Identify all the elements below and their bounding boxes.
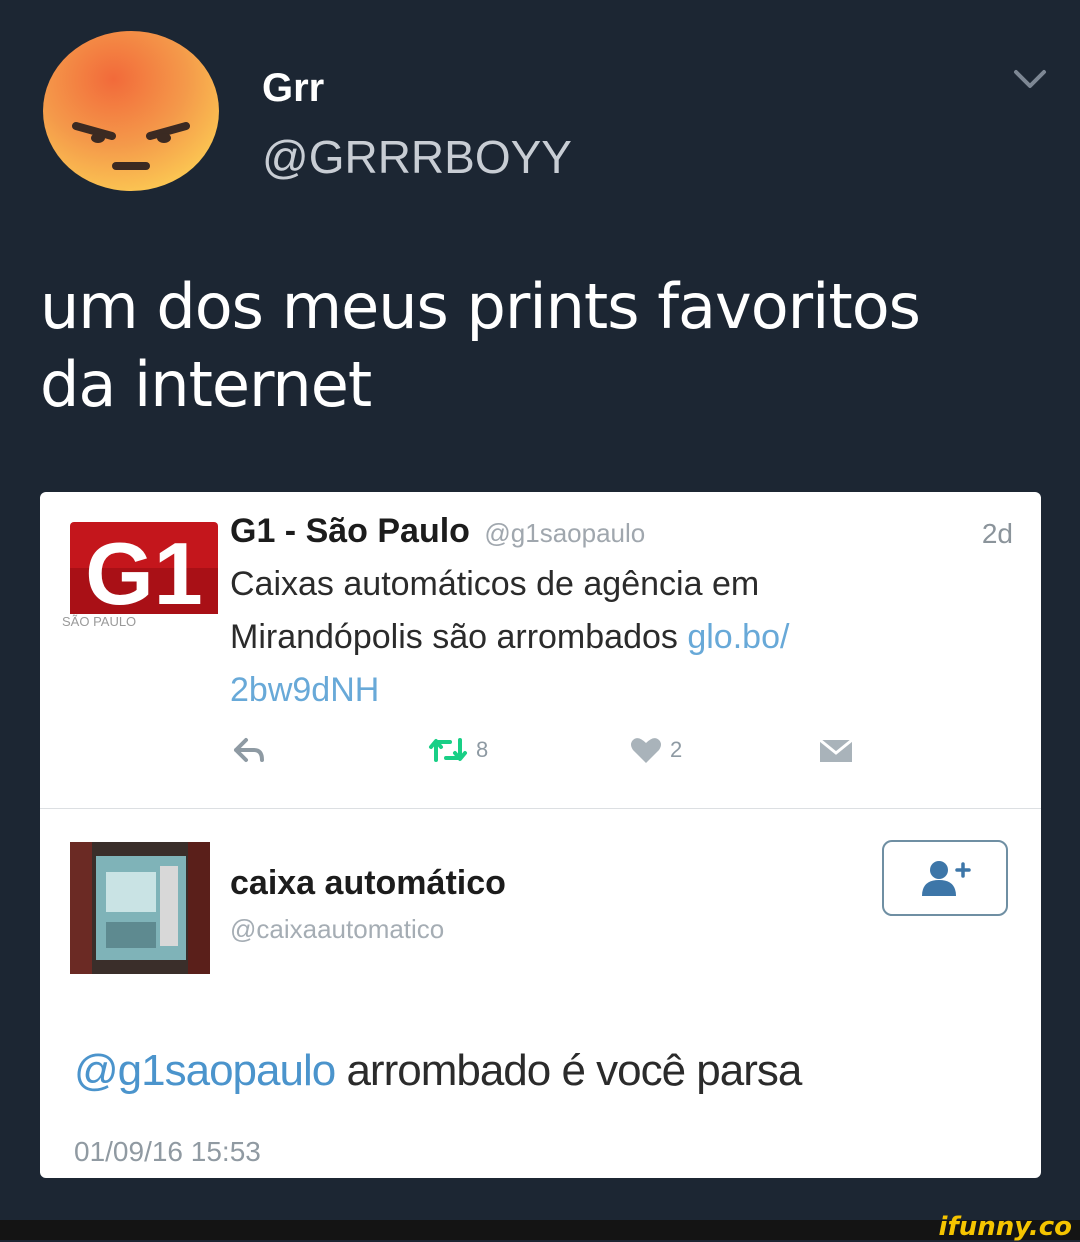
- atm-profile-image[interactable]: [70, 842, 210, 974]
- quoted-tweet-link[interactable]: glo.bo/: [687, 618, 789, 656]
- follow-button[interactable]: [882, 840, 1008, 916]
- reply-mention[interactable]: @g1saopaulo: [74, 1046, 336, 1095]
- quoted-tweet-handle[interactable]: @g1saopaulo: [484, 518, 645, 548]
- envelope-icon: [819, 738, 853, 762]
- tweet-text: um dos meus prints favoritos da internet: [40, 268, 1050, 424]
- quoted-tweet-line-text: Mirandópolis são arrombados: [230, 618, 688, 656]
- g1-logo-subtext: SÃO PAULO: [62, 614, 137, 629]
- reply-button[interactable]: [232, 730, 266, 770]
- reply-icon: [234, 738, 264, 762]
- direct-message-button[interactable]: [818, 730, 854, 770]
- add-user-icon: [922, 861, 971, 896]
- watermark-bar: [0, 1220, 1080, 1240]
- tweet-text-line: da internet: [40, 348, 372, 421]
- angry-face-avatar[interactable]: [40, 30, 222, 192]
- reply-account-handle[interactable]: @caixaautomatico: [230, 914, 444, 945]
- chevron-down-icon[interactable]: [1012, 68, 1048, 92]
- tweet-actions: 8 2: [40, 730, 1041, 780]
- retweet-button[interactable]: 8: [428, 730, 488, 770]
- reply-text: @g1saopaulo arrombado é você parsa: [74, 1046, 1024, 1096]
- ifunny-watermark: ifunny.co: [938, 1212, 1072, 1242]
- retweet-icon: [429, 738, 467, 762]
- quoted-tweet-line: Mirandópolis são arrombados glo.bo/: [230, 611, 990, 664]
- like-count: 2: [670, 737, 683, 762]
- quoted-tweet-line: Caixas automáticos de agência em: [230, 565, 760, 603]
- reply-account-name[interactable]: caixa automático: [230, 864, 506, 903]
- reply-timestamp: 01/09/16 15:53: [74, 1136, 261, 1167]
- retweet-count: 8: [476, 737, 489, 762]
- quoted-tweet-link-continued[interactable]: 2bw9dNH: [230, 664, 990, 717]
- display-name[interactable]: Grr: [262, 64, 324, 112]
- quoted-tweet-time: 2d: [981, 518, 1013, 549]
- tweet-text-line: um dos meus prints favoritos: [40, 270, 921, 343]
- heart-icon: [631, 738, 661, 763]
- quoted-tweet-name[interactable]: G1 - São Paulo: [230, 512, 470, 550]
- like-button[interactable]: 2: [630, 730, 682, 770]
- divider: [40, 808, 1041, 809]
- quoted-tweet-text: Caixas automáticos de agência em Mirandó…: [230, 558, 990, 717]
- screenshot-image[interactable]: G1 SÃO PAULO G1 - São Paulo @g1saopaulo …: [40, 492, 1041, 1178]
- reply-body: arrombado é você parsa: [335, 1046, 802, 1095]
- tweet-header: Grr @GRRRBOYY: [0, 0, 1080, 230]
- user-handle[interactable]: @GRRRBOYY: [262, 130, 572, 184]
- quoted-tweet-header: G1 - São Paulo @g1saopaulo: [230, 512, 1020, 556]
- svg-text:G1: G1: [85, 524, 202, 623]
